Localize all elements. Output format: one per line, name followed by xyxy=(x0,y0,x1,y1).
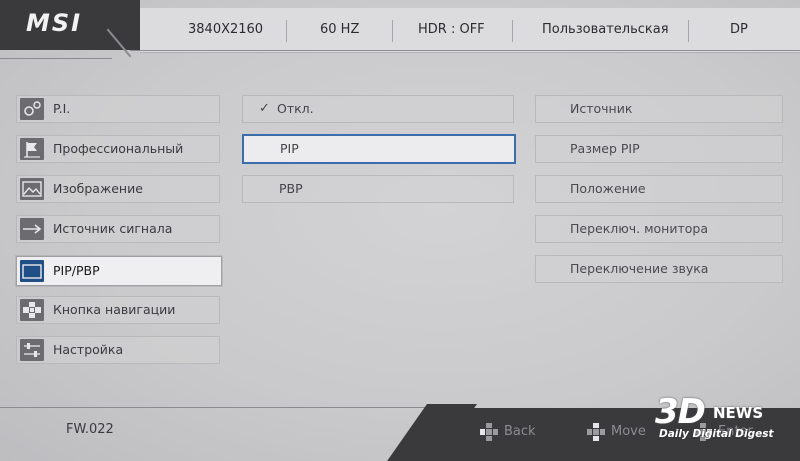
input-arrow-icon xyxy=(20,218,44,240)
main-menu-item-navigation-key[interactable]: Кнопка навигации xyxy=(16,296,220,324)
back-key-hint: Back xyxy=(480,420,550,444)
pip-window-icon xyxy=(20,260,44,282)
main-menu-item-label: PIP/PBP xyxy=(53,263,100,278)
status-strip: 3840X2160 60 HZ HDR : OFF Пользовательск… xyxy=(140,8,800,53)
firmware-version: FW.022 xyxy=(66,422,114,437)
msi-logo: msi xyxy=(26,9,83,37)
pip-option-audio-switch[interactable]: Переключение звука xyxy=(535,255,783,283)
refresh-rate-readout: 60 HZ xyxy=(320,22,360,37)
main-menu-item-input-source[interactable]: Источник сигнала xyxy=(16,215,220,243)
watermark-tagline: Daily Digital Digest xyxy=(659,428,774,440)
pip-option-label: Положение xyxy=(570,181,646,196)
main-menu-item-label: Источник сигнала xyxy=(53,221,173,236)
pip-option-label: Переключ. монитора xyxy=(570,221,709,236)
pip-mode-option-off[interactable]: ✓ Откл. xyxy=(242,95,514,123)
pip-option-display-switch[interactable]: Переключ. монитора xyxy=(535,215,783,243)
hdr-status: HDR : OFF xyxy=(418,22,485,37)
image-icon xyxy=(20,178,44,200)
status-separator xyxy=(392,20,393,42)
main-menu-item-professional[interactable]: Профессиональный xyxy=(16,135,220,163)
move-key-label: Move xyxy=(611,424,646,439)
pip-option-label: Источник xyxy=(570,101,633,116)
pip-option-source[interactable]: Источник xyxy=(535,95,783,123)
pip-option-position[interactable]: Положение xyxy=(535,175,783,203)
main-menu-item-label: P.I. xyxy=(53,101,71,116)
monitor-osd-screen: msi 3840X2160 60 HZ HDR : OFF Пользовате… xyxy=(0,0,800,461)
frame-line xyxy=(0,58,112,59)
main-menu-item-pi[interactable]: P.I. xyxy=(16,95,220,123)
status-separator xyxy=(512,20,513,42)
dpad-updown-icon xyxy=(587,423,605,441)
back-key-label: Back xyxy=(504,424,536,439)
pip-mode-option-label: PIP xyxy=(280,141,299,156)
resolution-readout: 3840X2160 xyxy=(188,22,264,37)
status-separator xyxy=(688,20,689,42)
pip-option-size[interactable]: Размер PIP xyxy=(535,135,783,163)
dpad-left-icon xyxy=(480,423,498,441)
navigation-key-icon xyxy=(20,299,44,321)
main-menu-item-pip-pbp[interactable]: PIP/PBP xyxy=(16,256,222,286)
flag-icon xyxy=(20,138,44,160)
pip-mode-option-label: Откл. xyxy=(277,101,314,116)
frame-line xyxy=(130,50,800,51)
main-menu-item-image[interactable]: Изображение xyxy=(16,175,220,203)
3dnews-watermark: 3D NEWS Daily Digital Digest xyxy=(655,392,785,442)
sliders-icon xyxy=(20,339,44,361)
pip-option-label: Размер PIP xyxy=(570,141,640,156)
main-menu-item-label: Кнопка навигации xyxy=(53,302,176,317)
input-source-readout: DP xyxy=(730,22,748,37)
main-menu-item-label: Изображение xyxy=(53,181,143,196)
main-menu-item-label: Профессиональный xyxy=(53,141,184,156)
pip-mode-option-label: PBP xyxy=(279,181,303,196)
pip-option-label: Переключение звука xyxy=(570,261,709,276)
watermark-news: NEWS xyxy=(713,404,764,422)
main-menu-item-label: Настройка xyxy=(53,342,124,357)
move-key-hint: Move xyxy=(587,420,657,444)
checkmark-icon: ✓ xyxy=(259,101,270,116)
picture-mode-readout: Пользовательская xyxy=(542,22,669,37)
watermark-3d: 3D xyxy=(655,392,706,432)
status-separator xyxy=(286,20,287,42)
top-status-bar: msi 3840X2160 60 HZ HDR : OFF Пользовате… xyxy=(0,0,800,59)
main-menu-item-settings[interactable]: Настройка xyxy=(16,336,220,364)
pip-mode-option-pip[interactable]: PIP xyxy=(242,134,516,164)
pip-mode-option-pbp[interactable]: PBP xyxy=(242,175,514,203)
gear-settings-icon xyxy=(20,98,44,120)
frame-line xyxy=(0,407,470,408)
